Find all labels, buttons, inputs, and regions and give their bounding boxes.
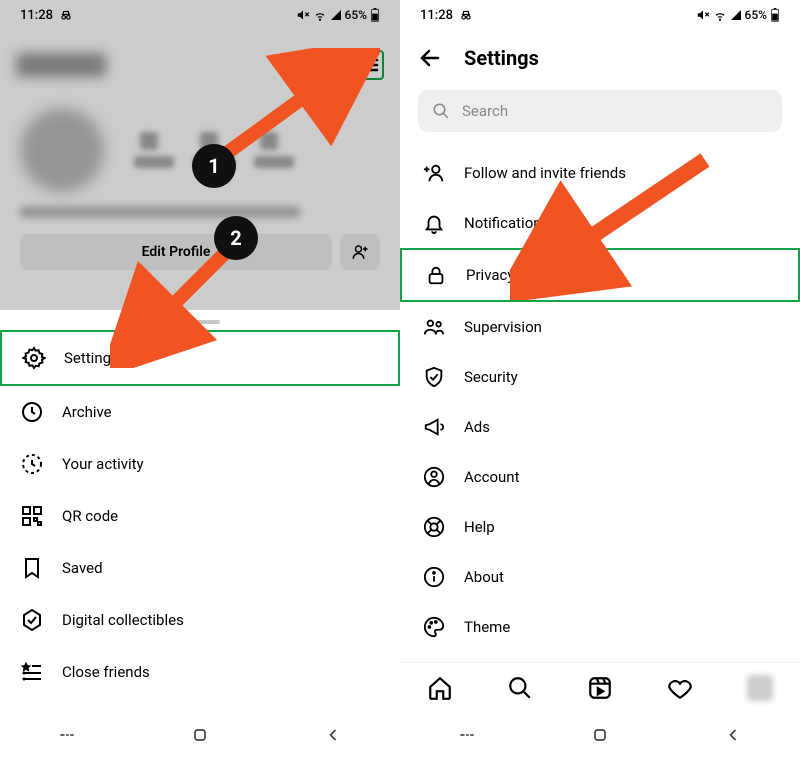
lifebuoy-icon — [422, 515, 446, 539]
s-label: About — [464, 568, 504, 586]
signal-icon — [330, 9, 342, 21]
s-label: Privacy — [466, 266, 514, 284]
menu-label: Archive — [62, 403, 112, 421]
annotation-step-1: 1 — [192, 144, 236, 188]
settings-ads[interactable]: Ads — [400, 402, 800, 452]
back-arrow-button[interactable] — [418, 46, 442, 70]
menu-digital-collectibles[interactable]: Digital collectibles — [0, 594, 400, 646]
annotation-step-2: 2 — [214, 216, 258, 260]
add-person-icon — [422, 161, 446, 185]
shield-check-icon — [422, 365, 446, 389]
menu-label: QR code — [62, 507, 118, 525]
signal-icon — [730, 9, 742, 21]
nav-reels[interactable] — [587, 675, 613, 701]
menu-close-friends[interactable]: Close friends — [0, 646, 400, 698]
megaphone-icon — [422, 415, 446, 439]
search-placeholder: Search — [462, 102, 508, 120]
people-icon — [422, 315, 446, 339]
menu-label: Your activity — [62, 455, 144, 473]
status-time: 11:28 — [420, 8, 453, 23]
system-nav — [400, 712, 800, 758]
status-bar: 11:28 65% — [0, 0, 400, 30]
s-label: Account — [464, 468, 520, 486]
annotation-arrow-privacy — [510, 150, 720, 300]
recents-button[interactable] — [457, 725, 477, 745]
incognito-icon — [59, 8, 73, 22]
app-bottom-nav — [400, 662, 800, 712]
menu-label: Close friends — [62, 663, 150, 681]
bottom-sheet: Settings Archive Your activity QR code S… — [0, 310, 400, 758]
bookmark-icon — [20, 556, 44, 580]
settings-theme[interactable]: Theme — [400, 602, 800, 652]
qr-code-icon — [20, 504, 44, 528]
settings-account[interactable]: Account — [400, 452, 800, 502]
settings-security[interactable]: Security — [400, 352, 800, 402]
list-star-icon — [20, 660, 44, 684]
hexagon-check-icon — [20, 608, 44, 632]
s-label: Supervision — [464, 318, 542, 336]
info-icon — [422, 565, 446, 589]
nav-home[interactable] — [427, 675, 453, 701]
settings-help[interactable]: Help — [400, 502, 800, 552]
s-label: Ads — [464, 418, 490, 436]
mute-icon — [296, 8, 310, 22]
menu-qr-code[interactable]: QR code — [0, 490, 400, 542]
archive-icon — [20, 400, 44, 424]
lock-icon — [424, 263, 448, 287]
system-nav — [0, 712, 400, 758]
settings-about[interactable]: About — [400, 552, 800, 602]
wifi-icon — [713, 8, 727, 22]
account-icon — [422, 465, 446, 489]
menu-label: Digital collectibles — [62, 611, 184, 629]
recents-button[interactable] — [57, 725, 77, 745]
settings-screen: 11:28 65% Settings Search Follow and inv… — [400, 0, 800, 758]
home-button[interactable] — [190, 725, 210, 745]
home-button[interactable] — [590, 725, 610, 745]
back-button[interactable] — [323, 725, 343, 745]
nav-activity[interactable] — [667, 675, 693, 701]
s-label: Help — [464, 518, 495, 536]
search-input[interactable]: Search — [418, 90, 782, 132]
battery-text: 65% — [345, 8, 367, 22]
palette-icon — [422, 615, 446, 639]
s-label: Security — [464, 368, 518, 386]
activity-icon — [20, 452, 44, 476]
status-bar: 11:28 65% — [400, 0, 800, 30]
mute-icon — [696, 8, 710, 22]
back-button[interactable] — [723, 725, 743, 745]
battery-icon — [770, 8, 780, 22]
menu-your-activity[interactable]: Your activity — [0, 438, 400, 490]
menu-label: Saved — [62, 559, 103, 577]
settings-supervision[interactable]: Supervision — [400, 302, 800, 352]
status-time: 11:28 — [20, 8, 53, 23]
search-icon — [432, 102, 450, 120]
profile-screen: 11:28 65% — [0, 0, 400, 758]
menu-saved[interactable]: Saved — [0, 542, 400, 594]
bell-icon — [422, 211, 446, 235]
nav-search[interactable] — [507, 675, 533, 701]
nav-profile[interactable] — [747, 675, 773, 701]
page-title: Settings — [464, 46, 539, 70]
incognito-icon — [459, 8, 473, 22]
battery-text: 65% — [745, 8, 767, 22]
s-label: Theme — [464, 618, 510, 636]
gear-icon — [22, 346, 46, 370]
menu-archive[interactable]: Archive — [0, 386, 400, 438]
battery-icon — [370, 8, 380, 22]
wifi-icon — [313, 8, 327, 22]
